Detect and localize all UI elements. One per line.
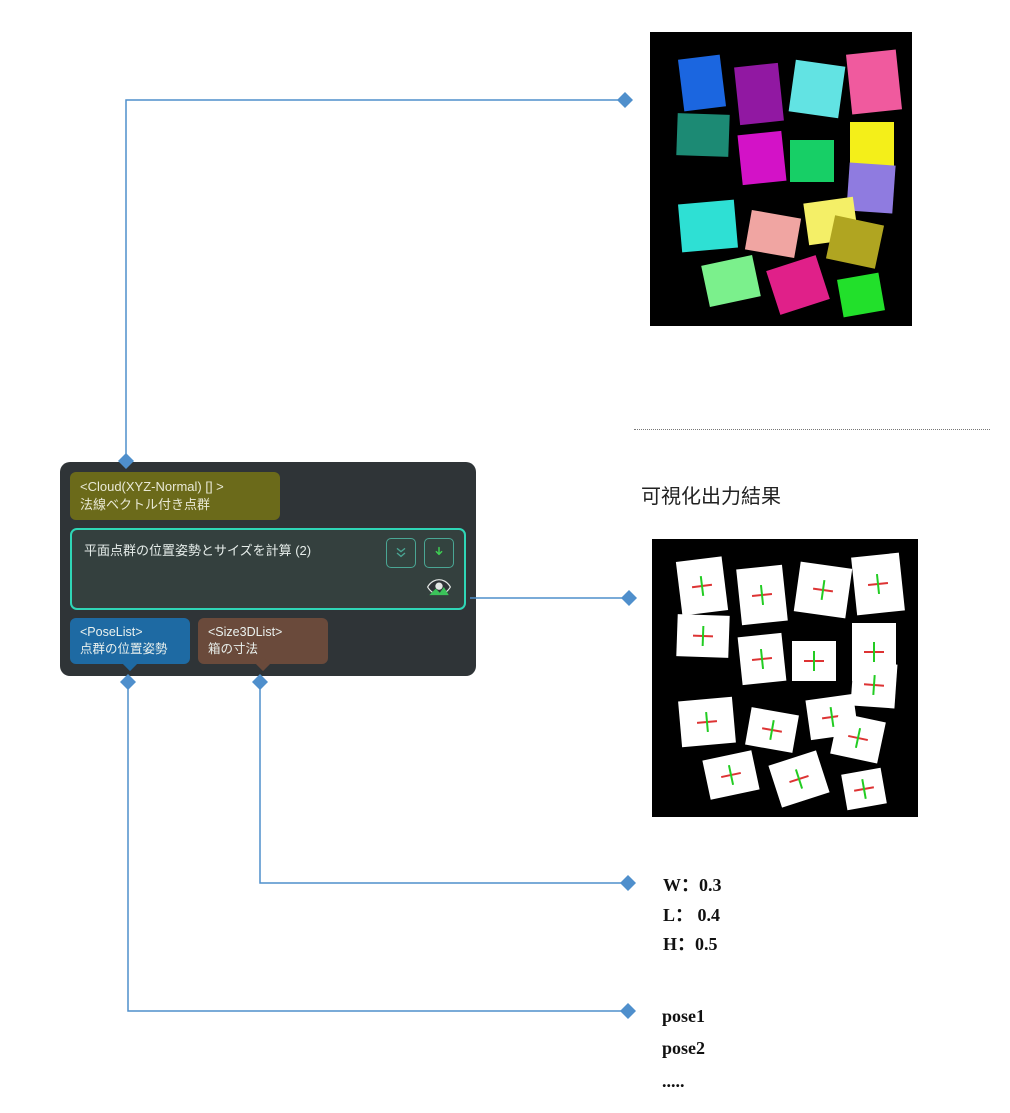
output-ports: <PoseList> 点群の位置姿勢 <Size3DList> 箱の寸法 [70,618,466,664]
poses-readout: pose1 pose2 ..... [662,1000,705,1097]
dim-h-label: H： [663,934,695,954]
output-port-label: 箱の寸法 [208,641,318,658]
node-body: 平面点群の位置姿勢とサイズを計算 (2) [70,528,466,610]
input-preview-image [650,32,912,326]
download-icon [431,545,447,561]
dim-w-value: 0.3 [699,875,722,895]
output-port-poselist[interactable]: <PoseList> 点群の位置姿勢 [70,618,190,664]
output-port-type: <Size3DList> [208,624,318,641]
dim-l-label: L： [663,905,693,925]
chevron-double-down-icon [393,545,409,561]
pose-line-more: ..... [662,1065,705,1097]
collapse-button[interactable] [386,538,416,568]
dim-l-value: 0.4 [698,905,721,925]
pose-line-2: pose2 [662,1032,705,1064]
section-divider [634,429,990,430]
dimensions-readout: W：0.3 L： 0.4 H：0.5 [663,871,722,960]
input-port-cloud[interactable]: <Cloud(XYZ-Normal) [] > 法線ベクトル付き点群 [70,472,280,520]
step-node: <Cloud(XYZ-Normal) [] > 法線ベクトル付き点群 平面点群の… [60,462,476,676]
visualization-output-image [652,539,918,817]
dim-w-label: W： [663,875,699,895]
dim-h-value: 0.5 [695,934,718,954]
input-port-type: <Cloud(XYZ-Normal) [] > [80,478,270,496]
output-port-type: <PoseList> [80,624,180,641]
visualization-title: 可視化出力結果 [641,480,781,509]
output-port-size3dlist[interactable]: <Size3DList> 箱の寸法 [198,618,328,664]
pose-line-1: pose1 [662,1000,705,1032]
output-port-label: 点群の位置姿勢 [80,641,180,658]
input-port-label: 法線ベクトル付き点群 [80,496,270,514]
download-button[interactable] [424,538,454,568]
visualize-icon[interactable] [426,577,452,602]
